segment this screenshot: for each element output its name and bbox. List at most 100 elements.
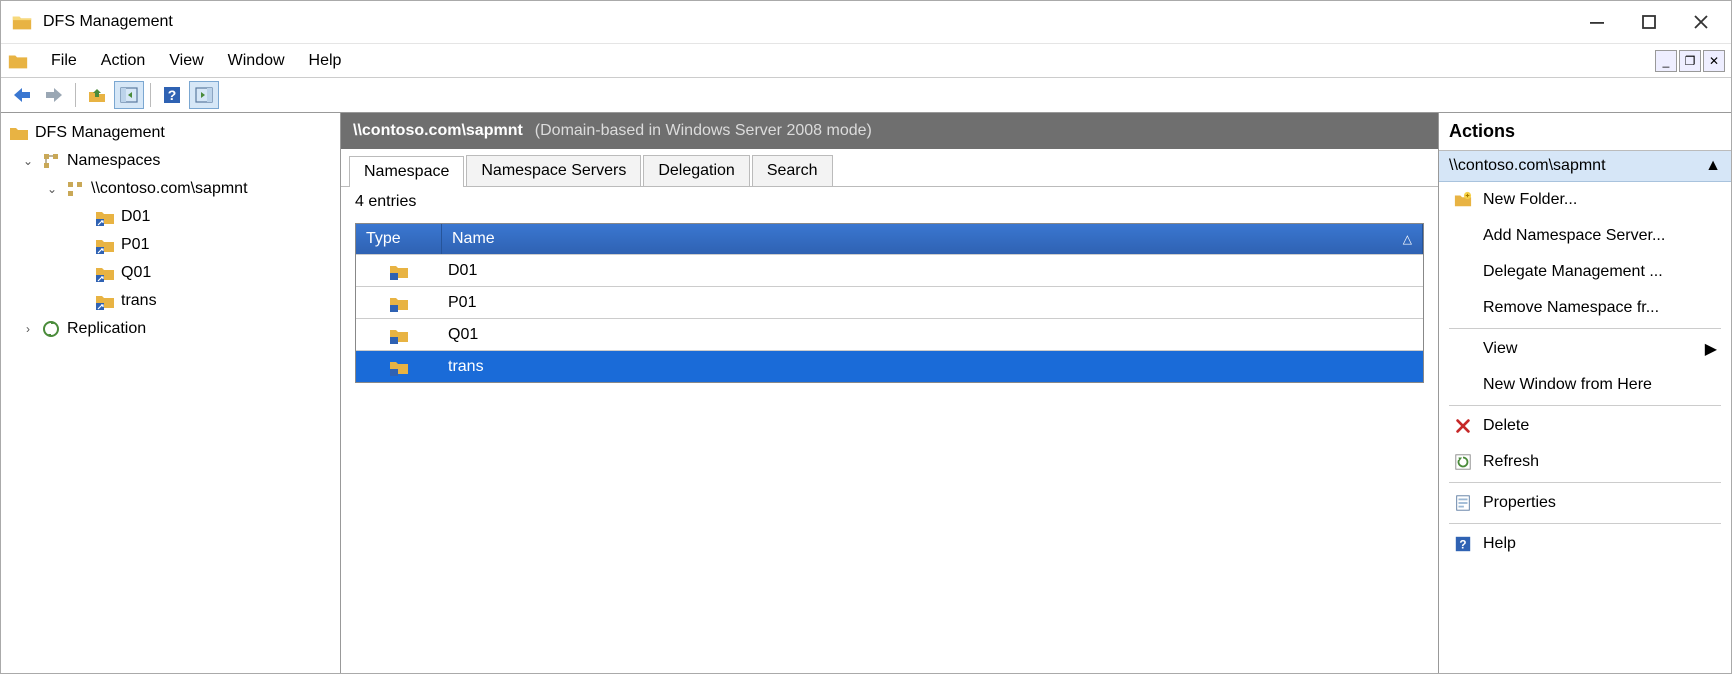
col-type[interactable]: Type [356,224,442,254]
menu-help[interactable]: Help [297,48,354,74]
col-name[interactable]: Name △ [442,224,1423,254]
action-label: New Folder... [1483,191,1577,209]
sort-ascending-icon: △ [1403,232,1412,246]
maximize-button[interactable] [1637,10,1661,34]
table-row[interactable]: Q01 [356,318,1423,350]
main-area: DFS Management ⌄ Namespaces ⌄ \\contoso.… [1,113,1731,673]
dfs-management-icon [9,123,29,143]
show-hide-action-pane-button[interactable] [189,81,219,109]
show-hide-tree-button[interactable] [114,81,144,109]
action-label: Remove Namespace fr... [1483,299,1659,317]
action-new-folder[interactable]: New Folder... [1439,182,1731,218]
action-separator [1449,405,1721,406]
tree-collapse-icon[interactable]: › [21,322,35,336]
table-row[interactable]: P01 [356,286,1423,318]
up-level-button[interactable] [82,81,112,109]
tree-folder-label: trans [121,292,157,310]
menubar: File Action View Window Help _ ❐ ✕ [1,43,1731,77]
new-folder-icon [1453,190,1473,210]
mdi-minimize-button[interactable]: _ [1655,50,1677,72]
tree-folder-p01[interactable]: P01 [5,231,336,259]
action-label: Refresh [1483,453,1539,471]
action-label: Delegate Management ... [1483,263,1663,281]
tab-namespace[interactable]: Namespace [349,156,464,187]
refresh-icon [1453,452,1473,472]
folder-link-icon [389,261,409,281]
folder-table: Type Name △ D01 P01 Q01 [355,223,1424,383]
table-row[interactable]: trans [356,350,1423,382]
action-delegate-management[interactable]: Delegate Management ... [1439,254,1731,290]
app-icon [11,11,33,33]
tree-root-label: DFS Management [35,124,165,142]
tree-namespaces[interactable]: ⌄ Namespaces [5,147,336,175]
mdi-close-button[interactable]: ✕ [1703,50,1725,72]
tab-delegation[interactable]: Delegation [643,155,750,186]
menu-file[interactable]: File [39,48,89,74]
tab-search[interactable]: Search [752,155,833,186]
action-label: New Window from Here [1483,376,1652,394]
action-refresh[interactable]: Refresh [1439,444,1731,480]
namespace-icon [65,179,85,199]
blank-icon [1453,262,1473,282]
menu-window[interactable]: Window [216,48,297,74]
action-new-window[interactable]: New Window from Here [1439,367,1731,403]
action-view[interactable]: View ▶ [1439,331,1731,367]
entry-count: 4 entries [341,187,1438,217]
window-title: DFS Management [43,13,1585,31]
tree-replication-label: Replication [67,320,146,338]
tree-folder-d01[interactable]: D01 [5,203,336,231]
toolbar: ? [1,77,1731,113]
blank-icon [1453,339,1473,359]
menu-action[interactable]: Action [89,48,157,74]
actions-title: Actions [1439,113,1731,151]
folder-link-icon [95,291,115,311]
titlebar: DFS Management [1,1,1731,43]
row-name: Q01 [442,326,1423,344]
tree-folder-trans[interactable]: trans [5,287,336,315]
tree-root[interactable]: DFS Management [5,119,336,147]
folder-link-icon [95,263,115,283]
tree-folder-q01[interactable]: Q01 [5,259,336,287]
action-add-namespace-server[interactable]: Add Namespace Server... [1439,218,1731,254]
row-name: D01 [442,262,1423,280]
table-header: Type Name △ [356,224,1423,254]
mmc-doc-icon [7,50,29,72]
minimize-button[interactable] [1585,10,1609,34]
action-label: View [1483,340,1517,358]
tree-namespaces-label: Namespaces [67,152,160,170]
mdi-restore-button[interactable]: ❐ [1679,50,1701,72]
menu-view[interactable]: View [157,48,215,74]
toolbar-separator-2 [150,83,151,107]
table-row[interactable]: D01 [356,254,1423,286]
tree-folder-label: Q01 [121,264,151,282]
action-help[interactable]: ? Help [1439,526,1731,562]
action-separator [1449,523,1721,524]
tree-replication[interactable]: › Replication [5,315,336,343]
collapse-icon: ▲ [1705,157,1721,175]
actions-context-label: \\contoso.com\sapmnt [1449,157,1606,175]
action-delete[interactable]: Delete [1439,408,1731,444]
folder-link-icon [389,357,409,377]
action-label: Delete [1483,417,1529,435]
action-label: Properties [1483,494,1556,512]
close-button[interactable] [1689,10,1713,34]
toolbar-separator [75,83,76,107]
delete-icon [1453,416,1473,436]
content-pane: \\contoso.com\sapmnt (Domain-based in Wi… [341,113,1439,673]
folder-link-icon [389,325,409,345]
tab-namespace-servers[interactable]: Namespace Servers [466,155,641,186]
tabstrip: Namespace Namespace Servers Delegation S… [341,149,1438,187]
tree-namespace-node[interactable]: ⌄ \\contoso.com\sapmnt [5,175,336,203]
action-remove-namespace[interactable]: Remove Namespace fr... [1439,290,1731,326]
back-button[interactable] [7,81,37,109]
folder-link-icon [95,235,115,255]
tree-expand-icon[interactable]: ⌄ [45,182,59,196]
forward-button[interactable] [39,81,69,109]
actions-pane: Actions \\contoso.com\sapmnt ▲ New Folde… [1439,113,1731,673]
action-properties[interactable]: Properties [1439,485,1731,521]
tree-expand-icon[interactable]: ⌄ [21,154,35,168]
help-button[interactable]: ? [157,81,187,109]
action-separator [1449,328,1721,329]
svg-text:?: ? [1459,539,1466,552]
actions-context-header[interactable]: \\contoso.com\sapmnt ▲ [1439,151,1731,182]
